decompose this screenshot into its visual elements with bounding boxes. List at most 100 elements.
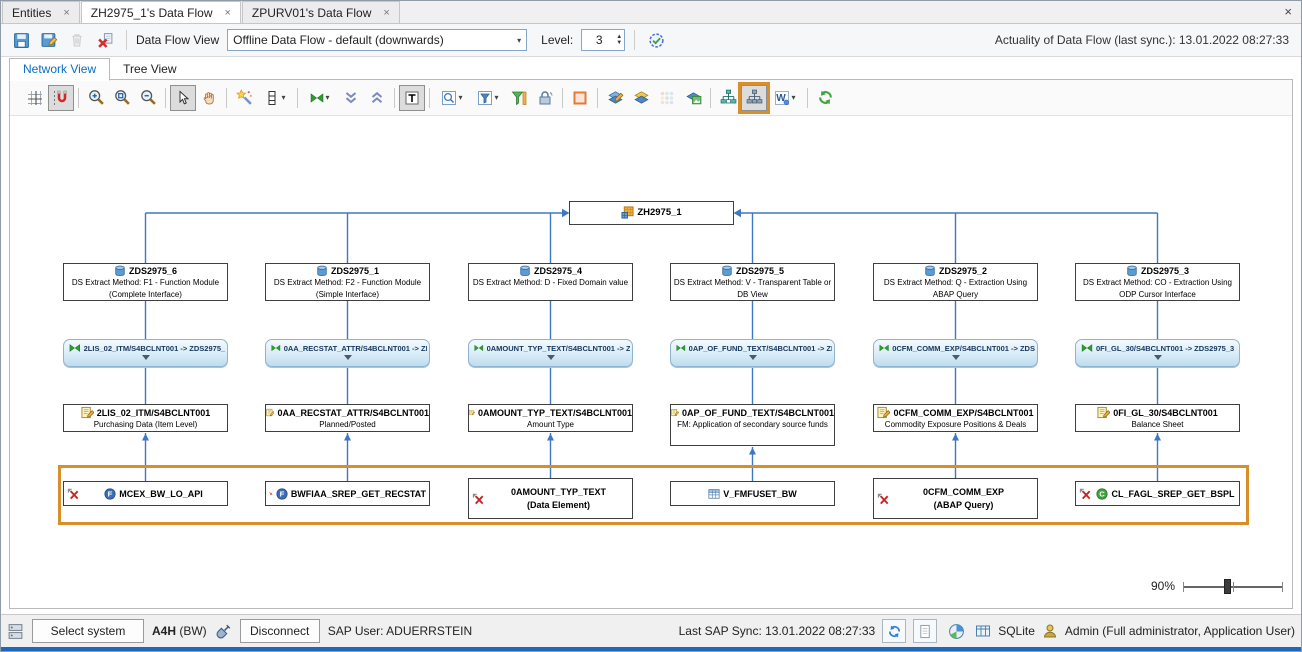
zoom-out-button[interactable] — [135, 85, 161, 111]
source-datasource-node[interactable]: 2LIS_02_ITM/S4BCLNT001Purchasing Data (I… — [63, 404, 228, 432]
filter-button[interactable]: ▾ — [470, 85, 506, 111]
refresh-button[interactable] — [812, 85, 838, 111]
tab-close-icon[interactable]: × — [224, 7, 230, 19]
tree-layout-button[interactable] — [715, 85, 741, 111]
column-layout-button[interactable]: ▾ — [257, 85, 293, 111]
database-icon — [924, 265, 936, 277]
database-icon — [721, 265, 733, 277]
expand-all-button[interactable] — [338, 85, 364, 111]
save-button[interactable] — [9, 28, 33, 52]
extractor-node[interactable]: 0CFM_COMM_EXP(ABAP Query) — [873, 478, 1038, 519]
hierarchic-layout-button[interactable] — [741, 85, 767, 111]
separator — [394, 88, 395, 108]
chevron-down-icon: ▾ — [517, 36, 521, 45]
filter-add-button[interactable] — [506, 85, 532, 111]
level-stepper[interactable]: 3 ▲▼ — [581, 29, 625, 51]
save-as-button[interactable] — [37, 28, 61, 52]
export-word-button[interactable]: W▾ — [767, 85, 803, 111]
tab-tree-view[interactable]: Tree View — [110, 59, 189, 80]
datasource-node[interactable]: ZDS2975_6DS Extract Method: F1 - Functio… — [63, 263, 228, 301]
layers-button[interactable] — [628, 85, 654, 111]
node-desc: DS Extract Method: F1 - Function Module … — [64, 277, 227, 300]
zoom-fit-button[interactable] — [109, 85, 135, 111]
select-tool-button[interactable] — [170, 85, 196, 111]
transformation-node[interactable]: 0CFM_COMM_EXP/S4BCLNT001 -> ZDS2975_2 — [873, 339, 1038, 367]
tab-label: Entities — [12, 6, 51, 20]
transformation-node[interactable]: 0AA_RECSTAT_ATTR/S4BCLNT001 -> ZDS2975_1 — [265, 339, 430, 367]
node-title: V_FMFUSET_BW — [723, 488, 797, 500]
extractor-node[interactable]: CL_FAGL_SREP_GET_BSPL — [1075, 481, 1240, 506]
zoom-in-button[interactable] — [83, 85, 109, 111]
datasource-node[interactable]: ZDS2975_2DS Extract Method: Q - Extracti… — [873, 263, 1038, 301]
source-datasource-node[interactable]: 0CFM_COMM_EXP/S4BCLNT001Commodity Exposu… — [873, 404, 1038, 432]
datasource-node[interactable]: ZDS2975_5DS Extract Method: V - Transpar… — [670, 263, 835, 301]
discard-button[interactable] — [93, 28, 117, 52]
auto-layout-button[interactable] — [231, 85, 257, 111]
transformation-label: 0AA_RECSTAT_ATTR/S4BCLNT001 -> ZDS2975_1 — [284, 344, 427, 353]
tab-close-icon[interactable]: × — [63, 7, 69, 19]
system-label: A4H (BW) — [152, 624, 207, 638]
timezone-button[interactable] — [944, 619, 968, 643]
grid-button[interactable] — [22, 85, 48, 111]
pan-tool-button[interactable] — [196, 85, 222, 111]
window-close-icon[interactable]: × — [1284, 4, 1292, 19]
transformation-node[interactable]: 0FI_GL_30/S4BCLNT001 -> ZDS2975_3 — [1075, 339, 1240, 367]
layers-image-button[interactable] — [680, 85, 706, 111]
tab-network-view[interactable]: Network View — [9, 58, 110, 81]
transformation-icon — [879, 344, 889, 352]
sync-check-button[interactable] — [644, 28, 668, 52]
extractor-node[interactable]: V_FMFUSET_BW — [670, 481, 835, 506]
infoprovider-node[interactable]: ZH2975_1 — [569, 201, 734, 225]
disconnect-button[interactable]: Disconnect — [240, 619, 320, 643]
transformation-node[interactable]: 0AMOUNT_TYP_TEXT/S4BCLNT001 -> ZDS2975_4 — [468, 339, 633, 367]
snap-button[interactable] — [48, 85, 74, 111]
tab-entities[interactable]: Entities × — [2, 1, 80, 23]
source-datasource-node[interactable]: 0FI_GL_30/S4BCLNT001Balance Sheet — [1075, 404, 1240, 432]
color-dots-icon — [659, 90, 675, 106]
datasource-node[interactable]: ZDS2975_4DS Extract Method: D - Fixed Do… — [468, 263, 633, 301]
lock-button[interactable] — [532, 85, 558, 111]
datasource-node[interactable]: ZDS2975_1DS Extract Method: F2 - Functio… — [265, 263, 430, 301]
search-button[interactable]: ▾ — [434, 85, 470, 111]
tab-close-icon[interactable]: × — [383, 7, 389, 19]
transformation-icon — [474, 344, 484, 352]
zoom-slider-handle[interactable] — [1224, 579, 1231, 594]
colors-button[interactable] — [654, 85, 680, 111]
source-datasource-node[interactable]: 0AMOUNT_TYP_TEXT/S4BCLNT001Amount Type — [468, 404, 633, 432]
spin-down-icon[interactable]: ▼ — [616, 40, 622, 46]
zoom-control: 90% — [1151, 578, 1283, 594]
node-desc: DS Extract Method: D - Fixed Domain valu… — [469, 277, 632, 289]
data-flow-view-label: Data Flow View — [136, 33, 219, 47]
source-datasource-node[interactable]: 0AP_OF_FUND_TEXT/S4BCLNT001FM: Applicati… — [670, 404, 835, 446]
tab-zh2975-data-flow[interactable]: ZH2975_1's Data Flow× — [81, 1, 241, 23]
layers-edit-button[interactable] — [602, 85, 628, 111]
source-datasource-node[interactable]: 0AA_RECSTAT_ATTR/S4BCLNT001Planned/Poste… — [265, 404, 430, 432]
separator — [597, 88, 598, 108]
delete-button[interactable] — [65, 28, 89, 52]
separator — [226, 88, 227, 108]
layers-edit-icon — [607, 89, 624, 106]
transformation-node[interactable]: 2LIS_02_ITM/S4BCLNT001 -> ZDS2975_6 — [63, 339, 228, 367]
database-icon — [114, 265, 126, 277]
datasource-node[interactable]: ZDS2975_3DS Extract Method: CO - Extract… — [1075, 263, 1240, 301]
select-system-button[interactable]: Select system — [32, 619, 144, 643]
extractor-node[interactable]: 0AMOUNT_TYP_TEXT(Data Element) — [468, 478, 633, 519]
sync-refresh-button[interactable] — [882, 619, 906, 643]
text-mode-button[interactable] — [399, 85, 425, 111]
zoom-slider[interactable] — [1183, 578, 1283, 594]
extractor-node[interactable]: BWFIAA_SREP_GET_RECSTAT — [265, 481, 430, 506]
highlight-frame-button[interactable] — [567, 85, 593, 111]
tab-zpurv01-data-flow[interactable]: ZPURV01's Data Flow× — [242, 1, 400, 23]
transformation-icon — [271, 344, 281, 352]
transformation-node[interactable]: 0AP_OF_FUND_TEXT/S4BCLNT001 -> ZDS2975_5 — [670, 339, 835, 367]
graph-canvas[interactable]: ZH2975_1 ZDS2975_6DS Extract Method: F1 … — [10, 116, 1292, 608]
collapse-all-button[interactable] — [364, 85, 390, 111]
collapse-nodes-button[interactable]: ▾ — [302, 85, 338, 111]
log-button[interactable] — [913, 619, 937, 643]
double-chevron-up-icon — [369, 90, 385, 106]
data-flow-view-select[interactable]: Offline Data Flow - default (downwards) … — [227, 29, 527, 51]
extractor-node[interactable]: MCEX_BW_LO_API — [63, 481, 228, 506]
node-title: CL_FAGL_SREP_GET_BSPL — [1111, 488, 1234, 500]
node-title: ZDS2975_5 — [736, 265, 784, 277]
node-title: ZDS2975_4 — [534, 265, 582, 277]
